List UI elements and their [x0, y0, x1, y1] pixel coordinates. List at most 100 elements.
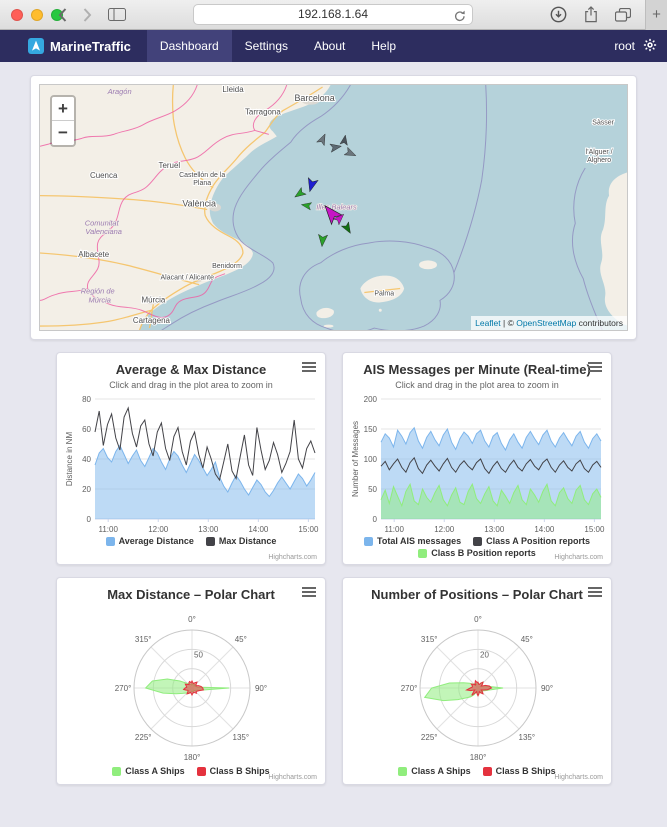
back-button[interactable] [58, 8, 67, 27]
dashboard-content: LleidaBarcelonaTarragonaTeruelCuencaCast… [0, 62, 667, 785]
legend-label: Class B Position reports [431, 548, 536, 558]
map-city-label: Castellón de la [179, 172, 225, 179]
zoom-out-button[interactable]: − [52, 121, 74, 145]
map-city-label: Alghero [587, 157, 611, 164]
map-region-label: Región de [81, 286, 115, 295]
map-container[interactable]: LleidaBarcelonaTarragonaTeruelCuencaCast… [39, 84, 628, 331]
leaflet-link[interactable]: Leaflet [475, 318, 501, 328]
chart-plot-area[interactable]: 0°45°90°135°180°225°270°315°20 [349, 607, 607, 765]
url-bar[interactable]: 192.168.1.64 [193, 4, 473, 25]
map-region-label: Illes Balears [316, 203, 357, 212]
highcharts-credit[interactable]: Highcharts.com [554, 774, 603, 781]
close-window-button[interactable] [11, 9, 23, 21]
map-city-label: l'Alguer / [586, 149, 613, 156]
legend-item[interactable]: Class B Position reports [418, 548, 536, 558]
minimize-window-button[interactable] [31, 9, 43, 21]
svg-text:200: 200 [364, 395, 378, 404]
svg-text:20: 20 [82, 485, 91, 494]
svg-text:50: 50 [368, 485, 377, 494]
svg-text:0: 0 [87, 515, 92, 524]
svg-text:12:00: 12:00 [434, 525, 455, 534]
svg-text:11:00: 11:00 [384, 525, 404, 534]
legend-swatch [197, 767, 206, 776]
chart-context-menu-icon[interactable] [302, 587, 316, 599]
legend-swatch [418, 549, 427, 558]
chart-title: Average & Max Distance [63, 362, 319, 377]
legend-label: Class B Ships [210, 766, 270, 776]
legend-label: Class A Ships [125, 766, 184, 776]
legend-label: Class A Ships [411, 766, 470, 776]
zoom-in-button[interactable]: + [52, 97, 74, 121]
new-tab-button[interactable]: + [645, 0, 667, 30]
highcharts-credit[interactable]: Highcharts.com [268, 774, 317, 781]
gear-icon[interactable] [643, 38, 657, 55]
map-region-label: Aragón [107, 87, 132, 96]
svg-text:0°: 0° [188, 615, 196, 624]
sidebar-toggle-button[interactable] [108, 8, 126, 26]
nav-item-dashboard[interactable]: Dashboard [147, 30, 232, 62]
chart-plot-area[interactable]: 0°45°90°135°180°225°270°315°50 [63, 607, 321, 765]
tabs-overview-icon[interactable] [615, 8, 631, 27]
legend-item[interactable]: Total AIS messages [364, 536, 461, 546]
legend-swatch [112, 767, 121, 776]
map-city-label: Cartagena [133, 316, 171, 325]
legend-swatch [473, 537, 482, 546]
legend-label: Total AIS messages [377, 536, 461, 546]
svg-text:80: 80 [82, 395, 91, 404]
osm-link[interactable]: OpenStreetMap [516, 318, 576, 328]
svg-text:180°: 180° [470, 753, 487, 762]
map-island-menorca [419, 260, 437, 269]
legend-item[interactable]: Class B Ships [483, 766, 556, 776]
highcharts-credit[interactable]: Highcharts.com [554, 554, 603, 561]
nav-menu: Dashboard Settings About Help [147, 30, 409, 62]
svg-text:13:00: 13:00 [484, 525, 505, 534]
legend-label: Class B Ships [496, 766, 556, 776]
legend-item[interactable]: Max Distance [206, 536, 277, 546]
legend-item[interactable]: Class A Ships [112, 766, 184, 776]
highcharts-credit[interactable]: Highcharts.com [268, 554, 317, 561]
nav-item-help[interactable]: Help [358, 30, 409, 62]
forward-button[interactable] [83, 8, 92, 27]
chart-context-menu-icon[interactable] [588, 587, 602, 599]
legend-item[interactable]: Average Distance [106, 536, 194, 546]
downloads-icon[interactable] [550, 6, 567, 28]
svg-text:225°: 225° [135, 733, 152, 742]
svg-text:135°: 135° [519, 733, 536, 742]
map-region-label: Comunitat [85, 218, 120, 227]
legend-swatch [483, 767, 492, 776]
svg-text:270°: 270° [401, 684, 418, 693]
legend-swatch [206, 537, 215, 546]
polar-series [425, 682, 503, 701]
chart-card-positions-polar: Number of Positions – Polar Chart 0°45°9… [342, 577, 612, 785]
nav-item-about[interactable]: About [301, 30, 358, 62]
map-city-label: Cuenca [90, 171, 118, 180]
nav-item-settings[interactable]: Settings [232, 30, 301, 62]
map-region-label: Valenciana [85, 227, 122, 236]
map-city-label: Benidorm [212, 263, 242, 270]
legend-swatch [364, 537, 373, 546]
legend-label: Class A Position reports [486, 536, 590, 546]
chart-subtitle: Click and drag in the plot area to zoom … [349, 380, 605, 390]
charts-row-1: Average & Max Distance Click and drag in… [56, 352, 612, 565]
chart-context-menu-icon[interactable] [588, 362, 602, 374]
map-city-label: Albacete [78, 250, 110, 259]
legend-item[interactable]: Class A Ships [398, 766, 470, 776]
map-city-label: Lleida [222, 85, 244, 94]
legend-item[interactable]: Class A Position reports [473, 536, 590, 546]
chart-plot-area[interactable]: 05010015020011:0012:0013:0014:0015:00Num… [349, 393, 607, 535]
reload-icon[interactable] [454, 9, 466, 28]
share-icon[interactable] [584, 6, 598, 28]
brand-label: MarineTraffic [50, 39, 131, 54]
legend-label: Average Distance [119, 536, 194, 546]
map-city-label: Tarragona [245, 108, 281, 117]
svg-text:0°: 0° [474, 615, 482, 624]
map-city-label: Teruel [159, 161, 181, 170]
legend-item[interactable]: Class B Ships [197, 766, 270, 776]
legend-label: Max Distance [219, 536, 277, 546]
brand[interactable]: MarineTraffic [28, 38, 131, 54]
svg-text:90°: 90° [541, 684, 553, 693]
map-region-label: Múrcia [89, 295, 111, 304]
map[interactable]: LleidaBarcelonaTarragonaTeruelCuencaCast… [40, 85, 628, 331]
chart-plot-area[interactable]: 02040608011:0012:0013:0014:0015:00Distan… [63, 393, 321, 535]
chart-context-menu-icon[interactable] [302, 362, 316, 374]
